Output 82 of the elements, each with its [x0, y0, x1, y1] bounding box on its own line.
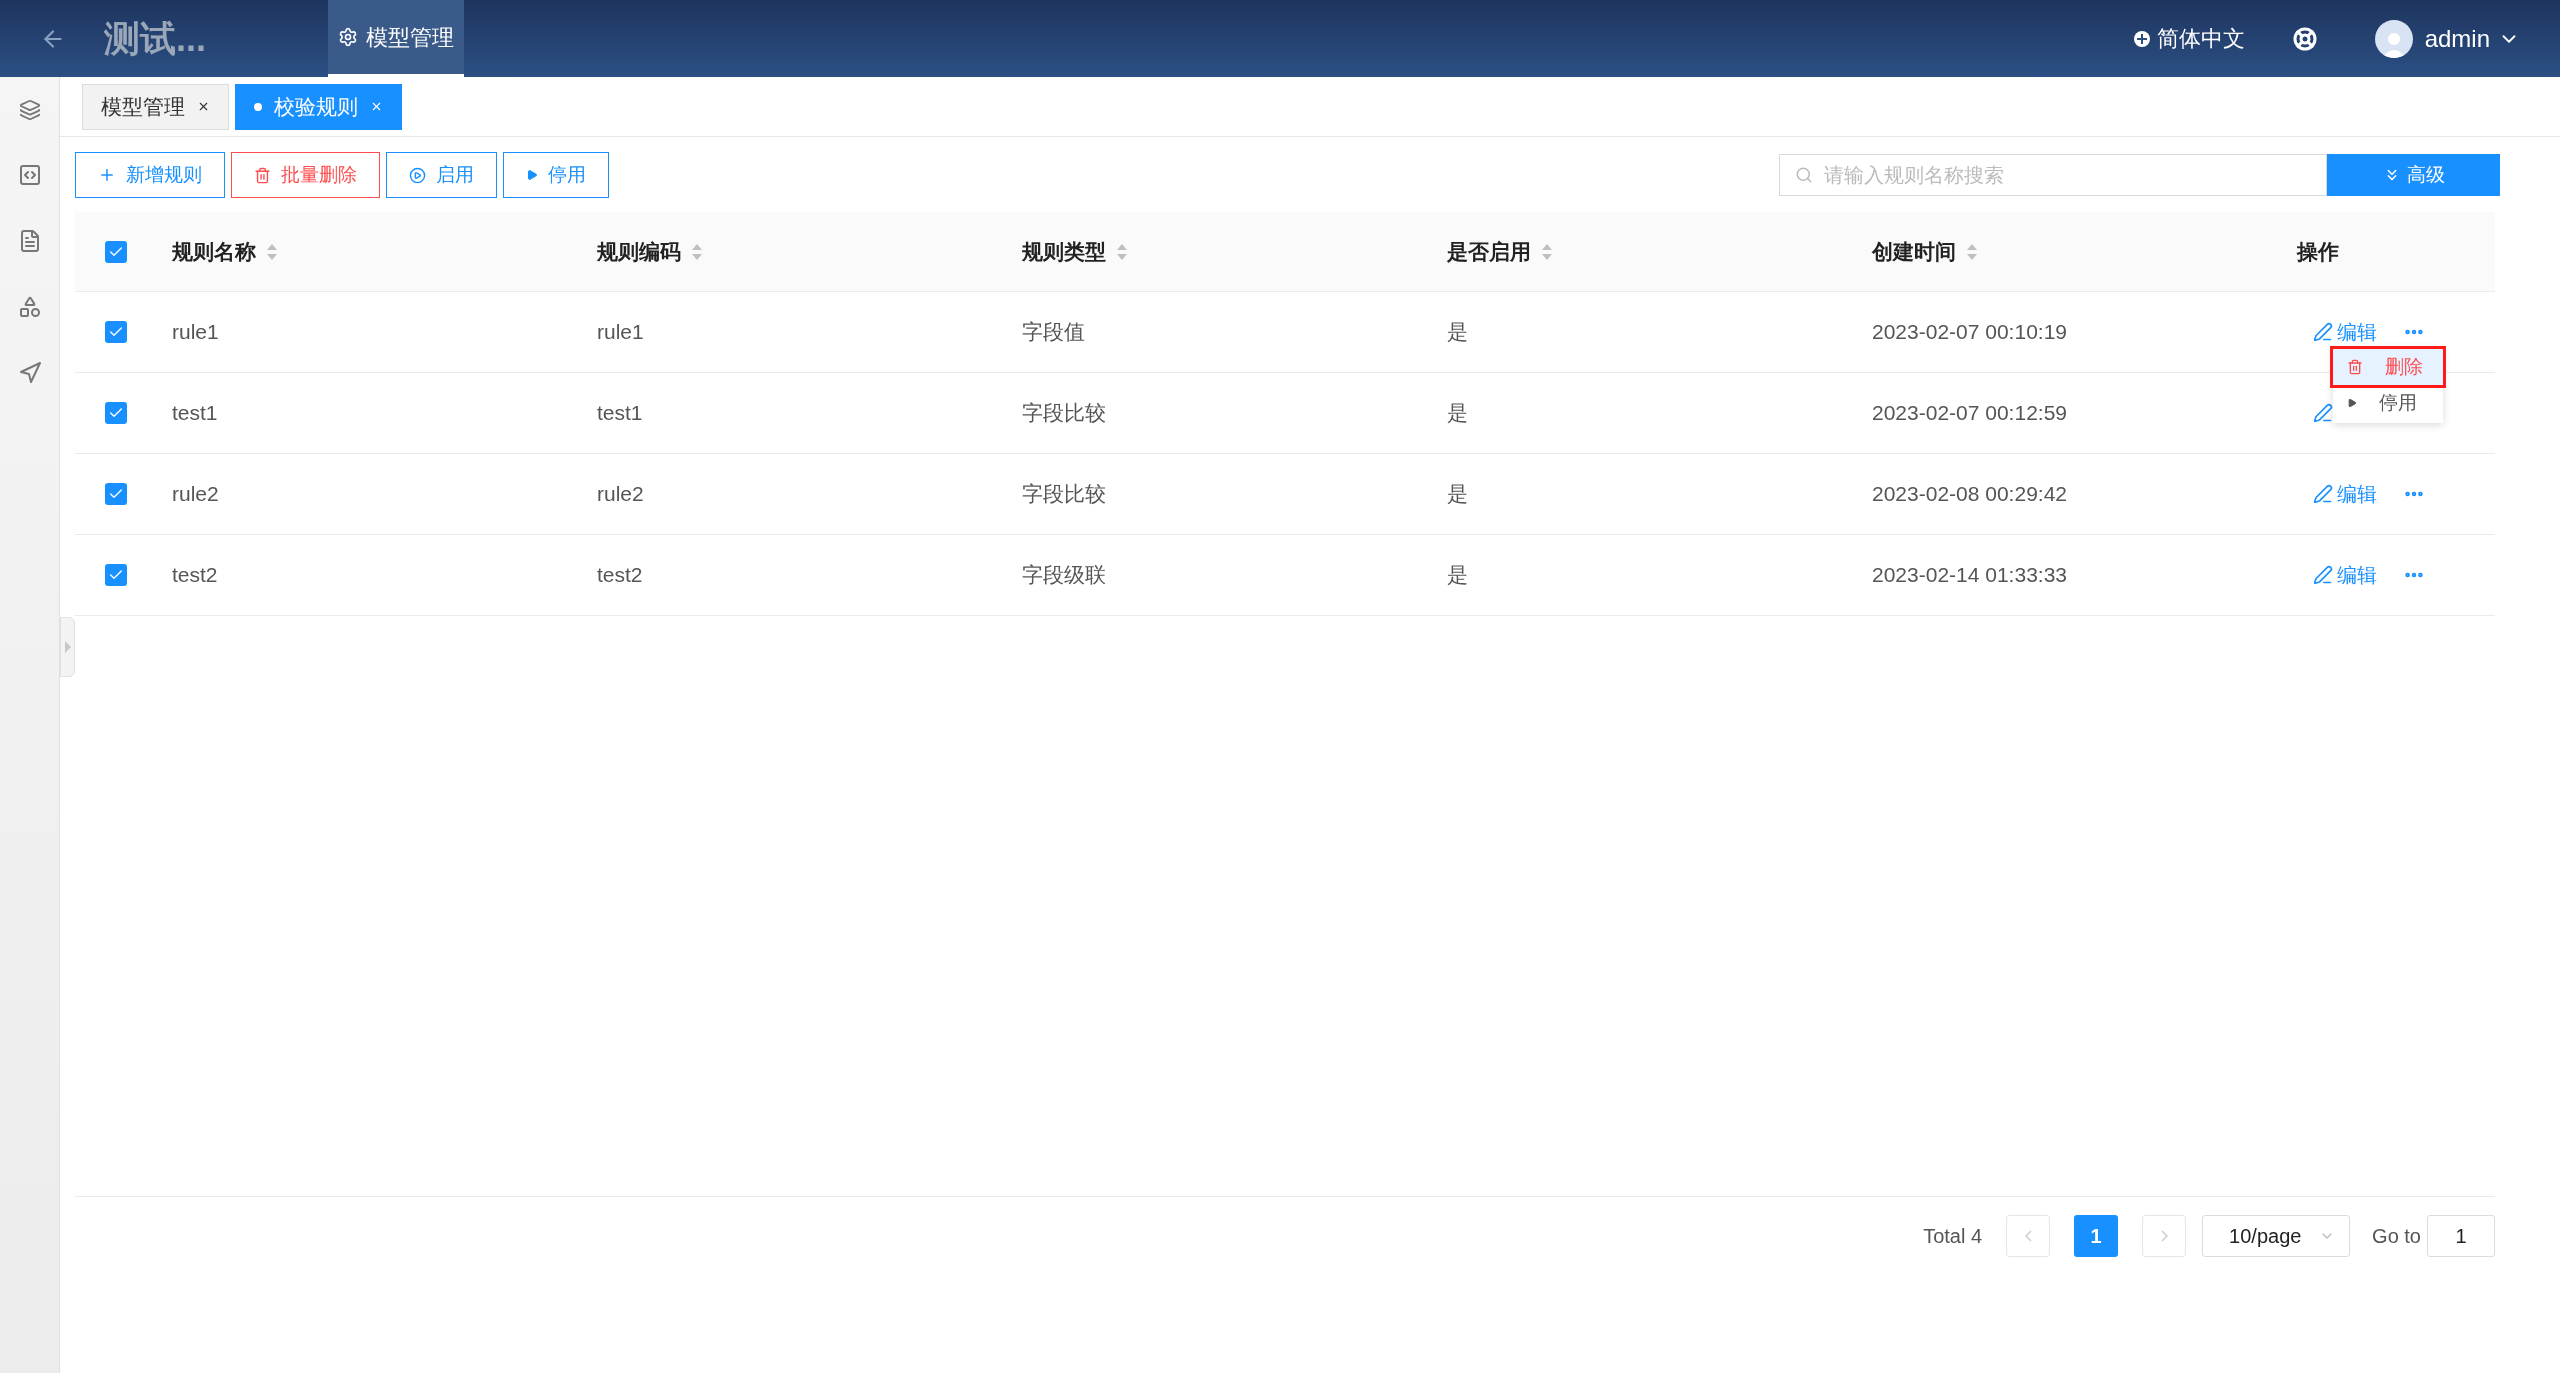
pen-icon: [2313, 484, 2333, 504]
menu-item[interactable]: 删除: [2333, 349, 2443, 385]
checkbox[interactable]: [105, 564, 127, 586]
table-cell-text: 2023-02-07 00:10:19: [1872, 319, 2067, 346]
column-header: 规则编码: [597, 238, 681, 265]
table-cell-text: test1: [172, 400, 218, 427]
table-cell-text: 字段级联: [1022, 562, 1106, 589]
search-field[interactable]: 请输入规则名称搜索: [1779, 154, 2327, 196]
sort-icon[interactable]: [1116, 242, 1128, 261]
toolbar-button[interactable]: 启用: [386, 152, 497, 198]
table-cell-text: rule2: [172, 481, 219, 508]
language-button[interactable]: 简体中文: [2132, 22, 2245, 55]
checkbox[interactable]: [105, 240, 127, 263]
page-tab[interactable]: 校验规则: [235, 83, 402, 130]
search-icon: [1795, 166, 1813, 184]
page-input[interactable]: 1: [2427, 1215, 2495, 1257]
table-cell-text: 2023-02-08 00:29:42: [1872, 481, 2067, 508]
edit-link[interactable]: [2313, 403, 2333, 423]
sort-icon[interactable]: [691, 242, 703, 261]
layers-icon[interactable]: [18, 99, 41, 121]
table-cell-text: 是: [1447, 400, 1468, 427]
table-cell-text: 2023-02-14 01:33:33: [1872, 562, 2067, 589]
table-cell-text: test2: [172, 562, 218, 589]
pen-icon: [2313, 322, 2333, 342]
caret-icon: [2347, 398, 2357, 408]
table-cell-text: test2: [597, 562, 643, 589]
table-cell-text: 字段比较: [1022, 481, 1106, 508]
table-cell-text: rule2: [597, 481, 644, 508]
close-icon: [197, 100, 210, 113]
user-name[interactable]: admin: [2424, 20, 2490, 57]
goto-label: Go to: [2372, 1224, 2421, 1249]
edit-link[interactable]: 编辑: [2313, 317, 2377, 347]
shapes-icon[interactable]: [17, 295, 42, 319]
table-cell-text: 是: [1447, 319, 1468, 346]
column-header: 规则类型: [1022, 238, 1106, 265]
trash-icon: [2347, 359, 2363, 375]
table-cell-text: 2023-02-07 00:12:59: [1872, 400, 2067, 427]
column-header: 规则名称: [172, 238, 256, 265]
toolbar-button[interactable]: 停用: [503, 152, 609, 198]
lifebuoy-icon[interactable]: [2292, 26, 2317, 51]
sort-icon[interactable]: [1541, 242, 1553, 261]
page-tab[interactable]: 模型管理: [82, 83, 229, 130]
table-cell-text: rule1: [172, 319, 219, 346]
play-circle-icon: [409, 166, 426, 184]
advanced-button[interactable]: 高级: [2327, 154, 2500, 196]
column-header: 是否启用: [1447, 238, 1531, 265]
collapse-handle[interactable]: [60, 617, 75, 677]
close-icon: [370, 100, 383, 113]
column-header: 创建时间: [1872, 238, 1956, 265]
chevron-left-icon: [2024, 1230, 2032, 1242]
table-cell-text: rule1: [597, 319, 644, 346]
chevron-right-icon: [2160, 1230, 2168, 1242]
edit-link[interactable]: 编辑: [2313, 560, 2377, 590]
edit-link[interactable]: 编辑: [2313, 479, 2377, 509]
total-count: Total 4: [1923, 1224, 1983, 1249]
avatar[interactable]: [2374, 19, 2413, 58]
checkbox[interactable]: [105, 402, 127, 424]
app-title: 测试...: [104, 16, 206, 61]
caret-icon: [526, 169, 538, 181]
page-size-select[interactable]: 10/page: [2202, 1215, 2351, 1257]
menu-item[interactable]: 停用: [2333, 385, 2443, 421]
plus-icon: [98, 166, 116, 184]
pen-icon: [2313, 565, 2333, 585]
table-cell-text: 字段比较: [1022, 400, 1106, 427]
column-header: 操作: [2297, 238, 2339, 265]
toolbar-button[interactable]: 新增规则: [75, 152, 225, 198]
code-icon[interactable]: [17, 163, 42, 187]
settings-icon: [338, 27, 358, 47]
table-cell-text: test1: [597, 400, 643, 427]
page-button[interactable]: 1: [2074, 1215, 2119, 1257]
table-cell-text: 是: [1447, 481, 1468, 508]
checkbox[interactable]: [105, 321, 127, 343]
table-cell-text: 是: [1447, 562, 1468, 589]
toolbar-button[interactable]: 批量删除: [231, 152, 380, 198]
checkbox[interactable]: [105, 483, 127, 505]
pen-icon: [2313, 403, 2333, 423]
trash-icon: [254, 166, 271, 184]
nav-tab[interactable]: 模型管理: [328, 0, 464, 77]
table-cell-text: 字段值: [1022, 319, 1085, 346]
sort-icon[interactable]: [1966, 242, 1978, 261]
navigation-icon[interactable]: [17, 361, 42, 385]
sort-icon[interactable]: [266, 242, 278, 261]
